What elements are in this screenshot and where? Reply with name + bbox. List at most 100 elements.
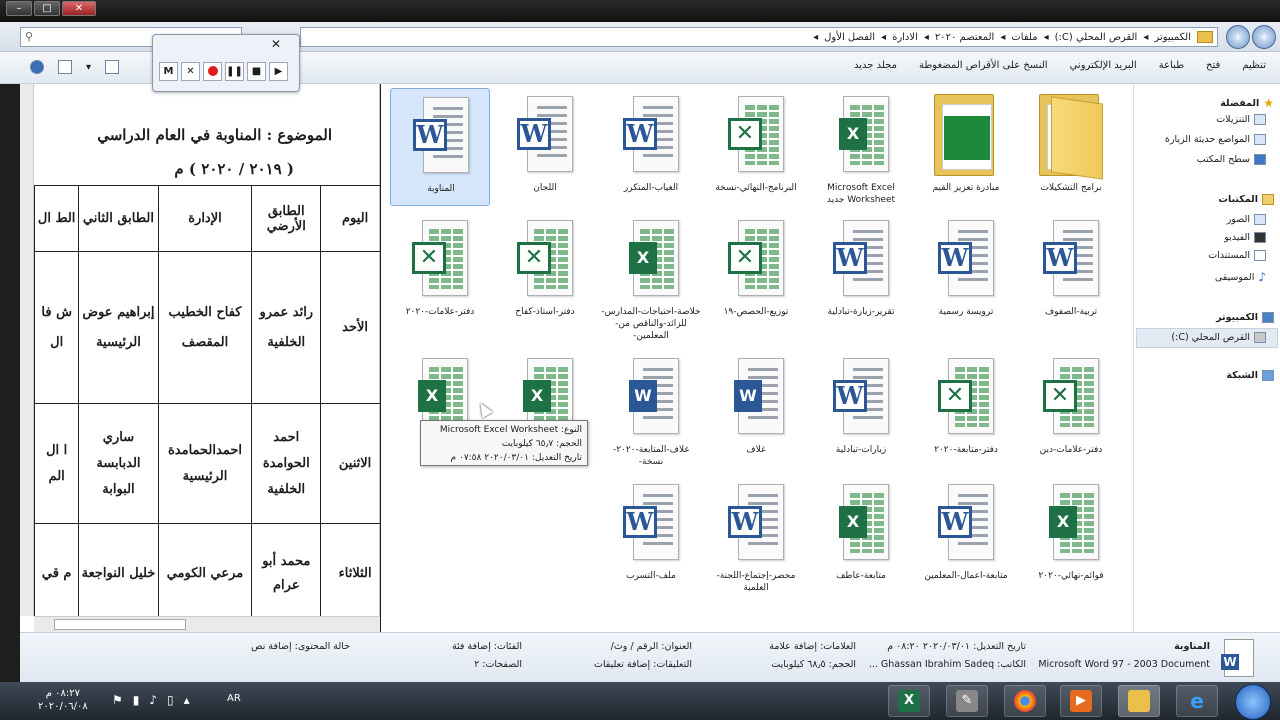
email-button[interactable]: البريد الإلكتروني xyxy=(1070,60,1137,71)
file-item[interactable]: X متابعة-عاطف xyxy=(811,476,911,594)
file-item[interactable]: W تقرير-زيارة-تبادلية xyxy=(811,212,911,330)
file-item[interactable]: برامج التشكيلات xyxy=(1021,88,1121,206)
pause-button[interactable]: ❚❚ xyxy=(225,62,244,81)
marker-button[interactable]: M xyxy=(159,62,178,81)
file-item[interactable]: W ترويسة رسمية xyxy=(916,212,1016,330)
close-icon[interactable]: ✕ xyxy=(271,37,281,51)
details-author[interactable]: الكاتب: Ghassan Ibrahim Sadeq ... xyxy=(869,659,1026,670)
file-item[interactable]: ✕ البرنامج-النهائي-نسخة xyxy=(706,88,806,206)
taskbar-excel[interactable]: X xyxy=(888,685,930,717)
vertical-scrollbar[interactable] xyxy=(20,84,34,616)
nav-documents[interactable]: المستندات xyxy=(1208,250,1266,261)
table-cell-name: م قي xyxy=(41,565,72,581)
preview-pane-icon[interactable] xyxy=(58,60,72,74)
file-item[interactable]: مبادرة تعزيز القيم xyxy=(916,88,1016,206)
word-file-icon: W xyxy=(623,484,679,560)
file-item[interactable]: W غلاف xyxy=(706,350,806,468)
minimize-button[interactable]: – xyxy=(6,1,32,16)
file-item[interactable]: ✕ توزيع-الحصص-١٩ xyxy=(706,212,806,330)
breadcrumb-item[interactable]: الكمبيوتر xyxy=(1154,32,1191,43)
file-item[interactable]: ✕ دفتر-علامات-دين xyxy=(1021,350,1121,468)
table-header: الطابق الأرضي xyxy=(251,185,322,252)
burn-button[interactable]: النسخ على الأقراص المضغوطة xyxy=(919,60,1048,71)
open-button[interactable]: فتح xyxy=(1206,60,1220,71)
forward-button[interactable]: › xyxy=(1226,25,1250,49)
nav-libraries[interactable]: المكتبات xyxy=(1218,194,1274,205)
volume-icon[interactable]: ♪ xyxy=(149,693,157,707)
file-item[interactable]: ✕ دفتر-متابعة-٢٠٢٠ xyxy=(916,350,1016,468)
details-comments[interactable]: التعليقات: إضافة تعليقات xyxy=(594,659,692,670)
pictures-icon xyxy=(1254,214,1266,225)
details-content-status[interactable]: حالة المحتوى: إضافة نص xyxy=(251,641,350,652)
navigation-pane: ★ المفضلة التنزيلات المواضع حديثة الزيارة… xyxy=(1133,84,1280,632)
file-item[interactable]: W تربية-الصفوف xyxy=(1021,212,1121,330)
breadcrumb-item[interactable]: القرص المحلي (C:) xyxy=(1055,32,1138,43)
stop-button[interactable]: ■ xyxy=(247,62,266,81)
folder-icon xyxy=(1197,31,1213,43)
nav-network[interactable]: الشبكة xyxy=(1226,370,1274,381)
organize-button[interactable]: تنظيم xyxy=(1242,60,1266,71)
scroll-thumb[interactable] xyxy=(54,619,186,630)
system-clock[interactable]: ٠٨:٢٧ م ٢٠٢٠/٠٦/٠٨ xyxy=(38,687,88,713)
file-item[interactable]: ✕ دفتر-استاذ-كفاح xyxy=(495,212,595,330)
nav-recent[interactable]: المواضع حديثة الزيارة xyxy=(1165,134,1266,145)
nav-computer[interactable]: الكمبيوتر xyxy=(1216,312,1274,323)
back-button[interactable]: ‹ xyxy=(1252,25,1276,49)
breadcrumb-item[interactable]: الفصل الأول xyxy=(824,32,875,43)
word-file-icon: W xyxy=(517,96,573,172)
nav-desktop[interactable]: سطح المكتب xyxy=(1197,154,1266,165)
details-title[interactable]: العنوان: الرقم / وث/ xyxy=(611,641,692,652)
signal-icon[interactable]: ▮ xyxy=(133,693,140,707)
file-item[interactable]: W ملف-التسرب xyxy=(601,476,701,594)
change-view-icon[interactable] xyxy=(105,60,120,74)
file-item[interactable]: X قوائم-نهائي-٢٠٢٠ xyxy=(1021,476,1121,594)
word-file-icon: W xyxy=(623,358,679,434)
maximize-button[interactable]: □ xyxy=(34,1,60,16)
file-item[interactable]: W غلاف-المتابعة-٢٠٢٠-نسخة- xyxy=(601,350,701,468)
taskbar-media[interactable]: ▶ xyxy=(1060,685,1102,717)
cancel-button[interactable]: ✕ xyxy=(181,62,200,81)
taskbar-ie[interactable]: e xyxy=(1176,685,1218,717)
taskbar-app[interactable]: ✎ xyxy=(946,685,988,717)
language-indicator[interactable]: AR xyxy=(227,693,241,704)
flag-icon[interactable]: ⚑ xyxy=(112,693,123,707)
file-item[interactable]: X Microsoft Excel Worksheet جديد xyxy=(811,88,911,206)
breadcrumb-item[interactable]: المعتصم ٢٠٢٠ xyxy=(935,32,994,43)
play-button[interactable]: ▶ xyxy=(269,62,288,81)
taskbar-explorer[interactable] xyxy=(1118,685,1160,717)
power-icon[interactable]: ▯ xyxy=(167,693,174,707)
print-button[interactable]: طباعة xyxy=(1159,60,1184,71)
details-tags[interactable]: العلامات: إضافة علامة xyxy=(769,641,856,652)
breadcrumb[interactable]: الكمبيوتر ◂ القرص المحلي (C:) ◂ ملفات ◂ الم… xyxy=(300,27,1218,47)
file-item[interactable]: X خلاصة-احتياجات-المدارس-للزائد-والناقص … xyxy=(601,212,701,341)
breadcrumb-item[interactable]: ملفات xyxy=(1011,32,1037,43)
file-item[interactable]: W اللجان xyxy=(495,88,595,206)
nav-local-disk[interactable]: القرص المحلي (C:) xyxy=(1171,332,1266,343)
file-item[interactable]: W محضر-إجتماع-اللجنة-العلمية xyxy=(706,476,806,594)
table-cell-place: ال xyxy=(50,334,64,350)
close-button[interactable]: ✕ xyxy=(62,1,96,16)
details-categories[interactable]: الفئات: إضافة فئة xyxy=(452,641,522,652)
view-options-icon[interactable]: ▾ xyxy=(86,62,91,73)
nav-music[interactable]: ♪ الموسيقى xyxy=(1215,270,1266,284)
file-item[interactable]: ✕ دفتر-علامات-٢٠٢٠ xyxy=(390,212,490,330)
file-item[interactable]: W الغياب-المتكرر xyxy=(601,88,701,206)
folder-icon xyxy=(1039,94,1105,180)
taskbar-chrome[interactable] xyxy=(1004,685,1046,717)
nav-favorites[interactable]: ★ المفضلة xyxy=(1220,96,1274,110)
horizontal-scrollbar[interactable] xyxy=(34,616,380,632)
table-row: الثلاثاء محمد أبو عرام مرعي الكومي خليل … xyxy=(34,523,380,616)
file-item[interactable]: W زيارات-تبادلية xyxy=(811,350,911,468)
recorder-widget[interactable]: ✕ M ✕ ❚❚ ■ ▶ xyxy=(152,34,300,92)
record-button[interactable] xyxy=(203,62,222,81)
breadcrumb-item[interactable]: الادارة xyxy=(892,32,918,43)
nav-pictures[interactable]: الصور xyxy=(1227,214,1266,225)
chevron-up-icon[interactable]: ▴ xyxy=(184,693,190,707)
nav-videos[interactable]: الفيديو xyxy=(1224,232,1266,243)
start-button[interactable] xyxy=(1235,684,1271,720)
help-icon[interactable] xyxy=(30,60,44,74)
nav-downloads[interactable]: التنزيلات xyxy=(1216,114,1266,125)
new-folder-button[interactable]: مجلد جديد xyxy=(854,60,897,71)
file-item[interactable]: W متابعة-اعمال-المعلمين xyxy=(916,476,1016,594)
file-item[interactable]: W المناوبة xyxy=(390,88,490,206)
